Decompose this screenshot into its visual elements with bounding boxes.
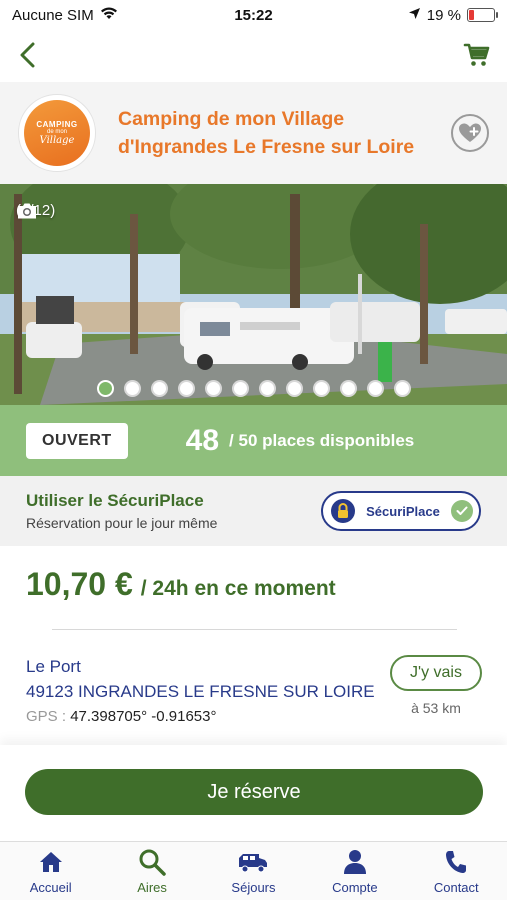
- tab-label-accueil: Accueil: [29, 880, 72, 895]
- tab-label-aires: Aires: [137, 880, 167, 895]
- carousel-dot[interactable]: [123, 380, 141, 397]
- tab-label-compte: Compte: [332, 880, 378, 895]
- reserve-area: Je réserve: [0, 745, 507, 841]
- battery-percent: 19 %: [426, 6, 461, 24]
- tab-label-contact: Contact: [433, 880, 479, 895]
- availability-band: OUVERT 48 / 50 places disponibles: [0, 405, 507, 476]
- search-icon: [138, 848, 166, 876]
- securiplace-title: Utiliser le SécuriPlace: [26, 491, 204, 510]
- gps-row: GPS : 47.398705° -0.91653°: [26, 708, 375, 725]
- camping-title: Camping de mon Village d'Ingrandes Le Fr…: [118, 108, 415, 158]
- gps-coordinates: 47.398705° -0.91653°: [70, 708, 217, 725]
- cart-icon: [463, 43, 490, 66]
- tab-compte[interactable]: Compte: [305, 848, 405, 895]
- back-button[interactable]: [8, 35, 48, 75]
- carousel-dot[interactable]: [366, 380, 384, 397]
- securiplace-toggle[interactable]: SécuriPlace: [321, 491, 481, 531]
- camping-logo: CAMPING de mon Village: [18, 94, 96, 172]
- carousel-dot[interactable]: [258, 380, 276, 397]
- camping-photo-carousel[interactable]: (1/12): [0, 184, 507, 405]
- cart-button[interactable]: [457, 35, 497, 75]
- carousel-dot[interactable]: [204, 380, 222, 397]
- securiplace-subtitle: Réservation pour le jour même: [26, 515, 218, 531]
- distance-label: à 53 km: [411, 700, 461, 716]
- address-line-2[interactable]: 49123 INGRANDES LE FRESNE SUR LOIRE: [26, 682, 375, 702]
- directions-button[interactable]: J'y vais: [390, 655, 482, 691]
- carousel-dot[interactable]: [312, 380, 330, 397]
- nav-bar: [0, 30, 507, 80]
- available-places-text: / 50 places disponibles: [229, 430, 415, 450]
- battery-icon: [467, 8, 498, 22]
- carousel-dot[interactable]: [339, 380, 357, 397]
- carousel-dot[interactable]: [231, 380, 249, 397]
- carrier-label: Aucune SIM: [12, 6, 94, 24]
- divider: [52, 629, 457, 630]
- securiplace-text: Utiliser le SécuriPlace Réservation pour…: [26, 491, 321, 531]
- heart-plus-icon: [459, 123, 481, 142]
- carousel-dot[interactable]: [177, 380, 195, 397]
- carousel-dot[interactable]: [150, 380, 168, 397]
- photo-counter: (1/12): [16, 202, 55, 219]
- logo-text-3: Village: [39, 135, 75, 146]
- tab-contact[interactable]: Contact: [406, 848, 506, 895]
- carousel-dot[interactable]: [393, 380, 411, 397]
- reserve-button[interactable]: Je réserve: [25, 769, 483, 815]
- status-left: Aucune SIM: [12, 6, 118, 24]
- location-arrow-icon: [408, 7, 421, 24]
- campsite-photo: [0, 184, 507, 405]
- address-block: Le Port 49123 INGRANDES LE FRESNE SUR LO…: [26, 657, 375, 725]
- check-icon: [451, 500, 473, 522]
- status-bar: Aucune SIM 15:22 19 %: [0, 0, 507, 30]
- logo-badge: CAMPING de mon Village: [24, 100, 90, 166]
- securiplace-label: SécuriPlace: [366, 503, 440, 519]
- tab-bar: Accueil Aires Séjours Compte Contact: [0, 841, 507, 900]
- status-right: 19 %: [408, 6, 498, 24]
- tab-aires[interactable]: Aires: [102, 848, 202, 895]
- chevron-left-icon: [20, 42, 35, 68]
- phone-icon: [444, 848, 468, 876]
- favorite-button[interactable]: [451, 114, 489, 152]
- address-line-1[interactable]: Le Port: [26, 657, 375, 677]
- camping-header: CAMPING de mon Village Camping de mon Vi…: [0, 82, 507, 184]
- securiplace-section: Utiliser le SécuriPlace Réservation pour…: [0, 476, 507, 546]
- tab-label-sejours: Séjours: [231, 880, 276, 895]
- lock-icon: [331, 499, 355, 523]
- camera-icon: [18, 203, 36, 219]
- price-row: 10,70 € / 24h en ce moment: [26, 566, 336, 603]
- logo-text-1: CAMPING: [36, 120, 78, 129]
- carousel-dots: [0, 380, 507, 397]
- gps-label: GPS :: [26, 708, 67, 725]
- open-status-badge: OUVERT: [26, 422, 128, 459]
- van-icon: [237, 848, 269, 876]
- tab-accueil[interactable]: Accueil: [1, 848, 101, 895]
- battery-level: [469, 10, 474, 20]
- carousel-dot[interactable]: [285, 380, 303, 397]
- wifi-icon: [100, 6, 118, 24]
- home-icon: [38, 848, 64, 876]
- carousel-dot[interactable]: [96, 380, 114, 397]
- user-icon: [343, 848, 367, 876]
- available-places-count: 48: [185, 423, 220, 457]
- tab-sejours[interactable]: Séjours: [203, 848, 303, 895]
- price-amount: 10,70 €: [26, 566, 133, 602]
- price-unit: / 24h en ce moment: [140, 577, 336, 600]
